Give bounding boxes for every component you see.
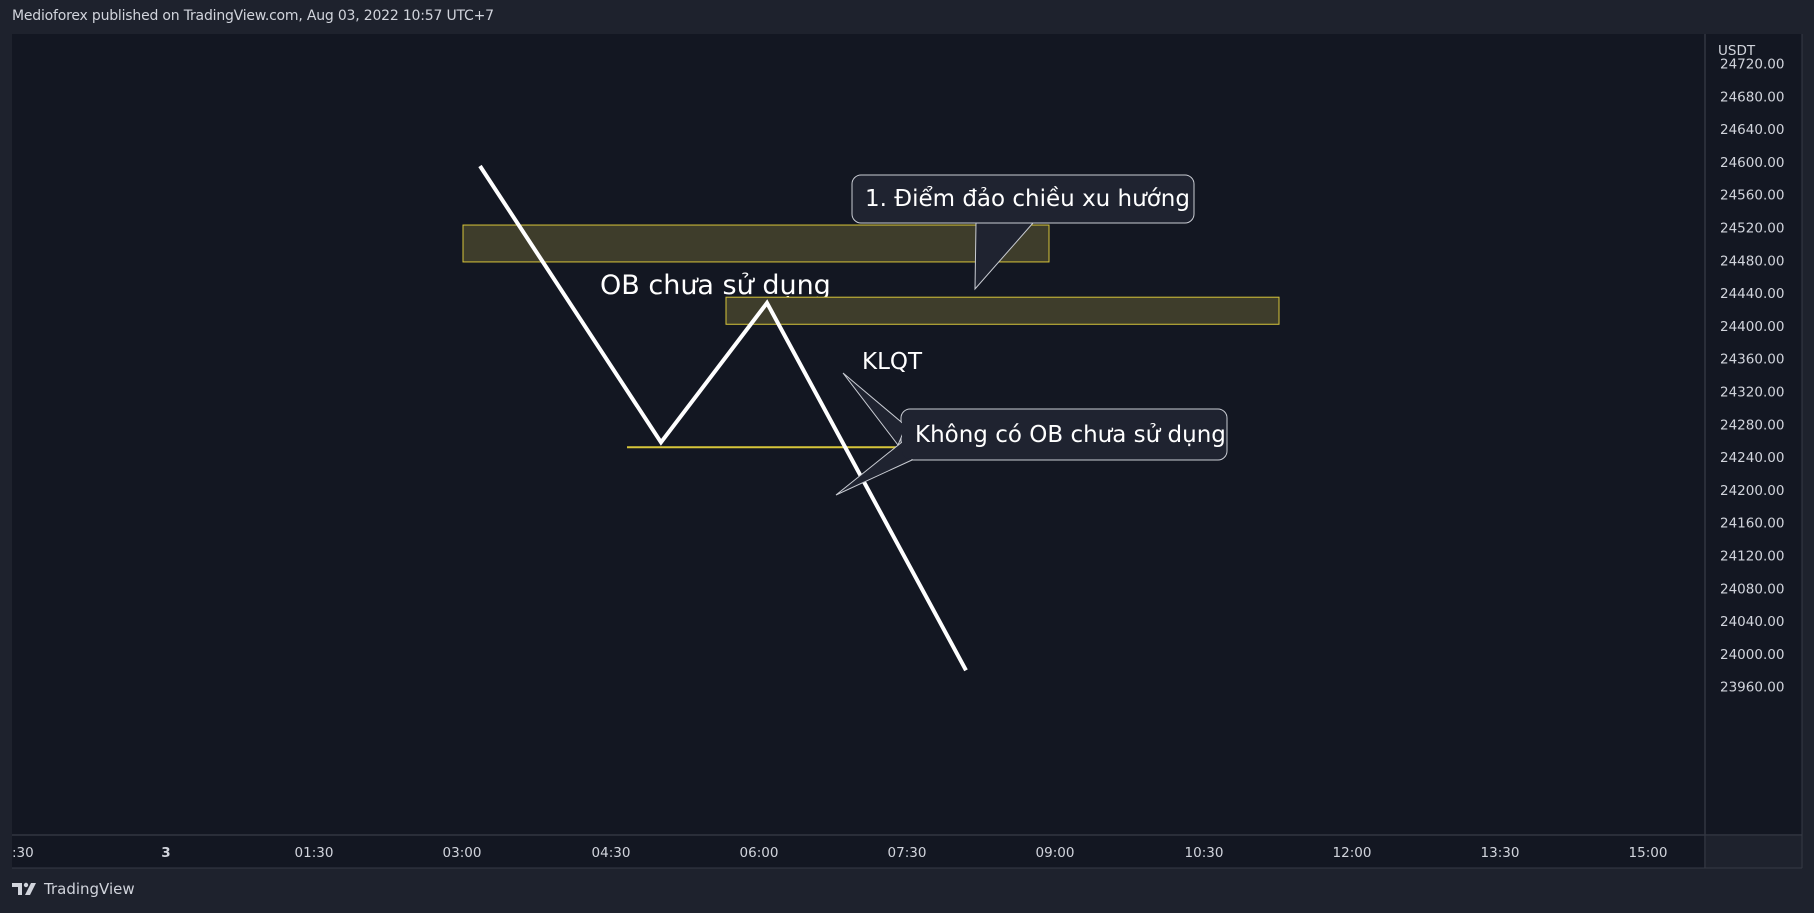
callout-text: Không có OB chưa sử dụng [915,422,1226,448]
order-block-zone[interactable] [725,296,1280,325]
price-tick-label: 24680.00 [1720,89,1784,105]
price-tick-label: 24400.00 [1720,319,1784,335]
price-tick-label: 24000.00 [1720,647,1784,663]
price-tick-label: 24320.00 [1720,385,1784,401]
price-tick-label: 24040.00 [1720,614,1784,630]
price-tick-label: 23960.00 [1720,680,1784,696]
time-tick-label: 12:00 [1333,845,1372,861]
price-tick-label: 24120.00 [1720,549,1784,565]
time-tick-label: 07:30 [888,845,927,861]
time-tick-label: 01:30 [295,845,334,861]
time-tick-label: 04:30 [592,845,631,861]
price-tick-label: 24360.00 [1720,352,1784,368]
time-axis-pane[interactable] [12,836,1704,868]
price-tick-label: 24160.00 [1720,516,1784,532]
time-tick-label: 06:00 [740,845,779,861]
price-tick-label: 24440.00 [1720,286,1784,302]
chart-stage: Medioforex published on TradingView.com,… [0,0,1814,913]
footer-brand-label: TradingView [44,880,135,898]
order-block-zone[interactable] [462,224,1050,263]
price-tick-label: 24240.00 [1720,450,1784,466]
chart-pane[interactable] [12,34,1704,834]
price-tick-label: 24600.00 [1720,155,1784,171]
callout-text: 1. Điểm đảo chiều xu hướng [865,186,1190,212]
time-tick-label: 03:00 [443,845,482,861]
price-tick-label: 24080.00 [1720,581,1784,597]
footer-brand[interactable]: TradingView [12,880,135,898]
price-tick-label: 24640.00 [1720,122,1784,138]
zone-label: KLQT [862,349,923,375]
price-tick-label: 24560.00 [1720,188,1784,204]
zone-label: OB chưa sử dụng [600,270,831,301]
price-tick-label: 24480.00 [1720,253,1784,269]
price-tick-label: 24200.00 [1720,483,1784,499]
price-tick-label: 24520.00 [1720,221,1784,237]
chart-canvas[interactable]: USDT 24720.0024680.0024640.0024600.00245… [0,0,1814,913]
time-tick-label: 10:30 [1185,845,1224,861]
tradingview-logo-icon [12,882,36,895]
price-tick-label: 24280.00 [1720,417,1784,433]
time-tick-label: :30 [12,845,34,861]
time-tick-label: 09:00 [1036,845,1075,861]
time-tick-label: 13:30 [1481,845,1520,861]
price-tick-label: 24720.00 [1720,57,1784,73]
time-tick-label: 3 [161,845,170,861]
time-tick-label: 15:00 [1629,845,1668,861]
